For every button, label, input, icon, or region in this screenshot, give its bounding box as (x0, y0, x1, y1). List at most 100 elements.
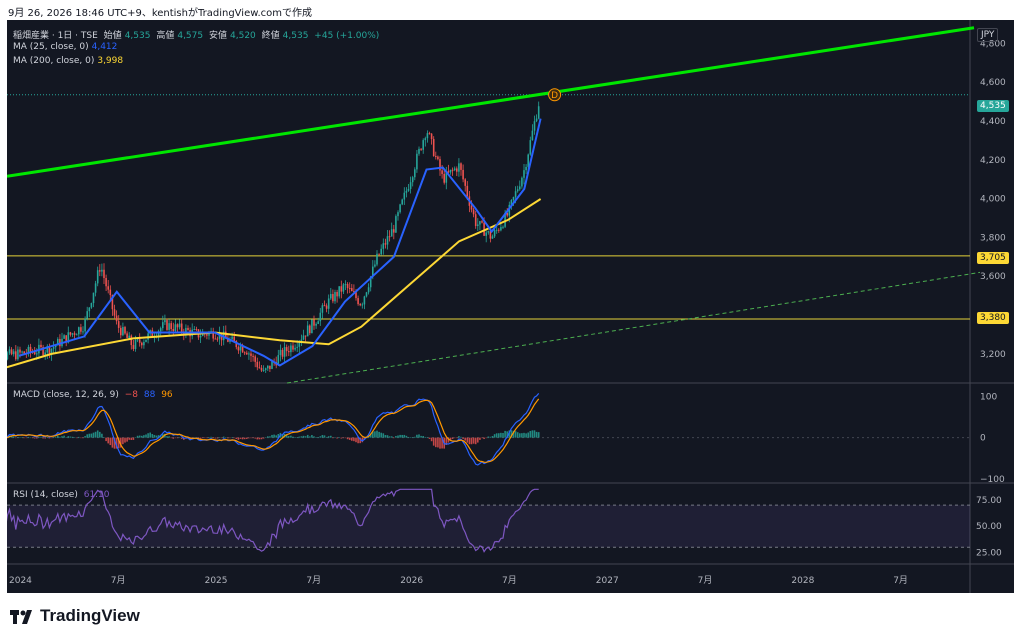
candle-body (176, 324, 179, 328)
macd-histogram-bar (231, 437, 233, 438)
macd-histogram-bar (302, 435, 305, 438)
candle-body (254, 356, 256, 362)
macd-legend[interactable]: MACD (close, 12, 26, 9) −8 88 96 (13, 390, 176, 400)
ma200-legend[interactable]: MA (200, close, 0) 3,998 (13, 56, 126, 66)
candle-body (101, 269, 103, 272)
price-tick-label: 3,800 (980, 233, 1006, 243)
candle-body (498, 229, 500, 231)
time-axis-label: 7月 (306, 575, 321, 586)
macd-histogram-bar (48, 437, 51, 439)
candle-body (525, 166, 527, 171)
macd-histogram-bar (33, 437, 36, 439)
macd-histogram-bar (254, 437, 256, 439)
symbol-label[interactable]: 稲畑産業 · 1日 · TSE (13, 31, 98, 41)
candle-body (90, 303, 93, 308)
macd-histogram-bar (40, 436, 42, 438)
macd-histogram-bar (388, 436, 391, 438)
candle-body (443, 173, 445, 183)
time-axis-label: 7月 (111, 575, 126, 586)
currency-badge[interactable]: JPY (977, 28, 999, 42)
candle-body (164, 320, 166, 323)
macd-histogram-bar (25, 437, 28, 439)
candle-body (327, 298, 330, 309)
macd-histogram-bar (75, 437, 78, 439)
candle-body (113, 309, 116, 316)
candle-body (92, 292, 95, 304)
macd-histogram-bar (216, 437, 219, 439)
rsi-legend[interactable]: RSI (14, close) 61.10 (13, 490, 113, 500)
macd-histogram-bar (264, 437, 267, 439)
chart-frame[interactable]: 4,800 4,600 4,400 4,200 4,000 3,800 3,600 3,200… (7, 20, 1014, 593)
macd-histogram-bar (262, 437, 265, 439)
macd-histogram-bar (147, 433, 149, 438)
macd-histogram-bar (122, 437, 124, 445)
macd-histogram-bar (451, 437, 454, 439)
time-axis-label: 7月 (698, 575, 713, 586)
candle-body (409, 182, 412, 189)
macd-histogram-bar (355, 437, 357, 443)
macd-histogram-bar (267, 436, 269, 438)
open-value: 4,535 (124, 31, 151, 41)
candle-body (378, 253, 380, 255)
candle-body (367, 287, 370, 293)
open-label: 始値 (103, 31, 122, 41)
candle-body (302, 335, 305, 340)
macd-histogram-bar (531, 430, 534, 438)
candle-body (426, 133, 429, 139)
macd-histogram-bar (204, 437, 206, 439)
macd-histogram-bar (353, 437, 355, 442)
macd-histogram-bar (418, 434, 420, 438)
macd-histogram-bar (376, 430, 378, 438)
ma200-value: 3,998 (97, 56, 124, 66)
candle-body (151, 330, 154, 337)
macd-histogram-bar (239, 437, 242, 439)
macd-histogram-bar (241, 437, 244, 440)
macd-histogram-bar (380, 432, 382, 438)
macd-histogram-bar (294, 437, 296, 438)
candle-body (516, 189, 519, 192)
macd-histogram-bar (340, 437, 343, 439)
tradingview-logo[interactable]: TradingView (10, 606, 140, 626)
macd-histogram-bar (458, 436, 460, 438)
candle-body (437, 156, 439, 160)
macd-histogram-bar (59, 436, 61, 438)
candle-body (15, 351, 17, 360)
candle-body (233, 336, 235, 341)
macd-histogram-bar (134, 437, 137, 438)
macd-histogram-bar (78, 436, 80, 438)
macd-histogram-bar (319, 436, 322, 438)
candle-body (304, 335, 307, 337)
candle-body (481, 221, 483, 223)
macd-histogram-bar (315, 437, 317, 438)
macd-histogram-bar (233, 437, 235, 439)
macd-histogram-bar (487, 436, 490, 438)
candle-body (7, 353, 9, 360)
candle-body (435, 156, 437, 158)
macd-histogram-bar (535, 431, 538, 438)
rsi-value: 61.10 (83, 490, 110, 500)
ma25-legend[interactable]: MA (25, close, 0) 4,412 (13, 42, 120, 52)
candle-body (130, 335, 133, 346)
candle-body (243, 352, 246, 354)
macd-histogram-bar (61, 436, 63, 438)
macd-histogram-bar (378, 431, 380, 438)
candle-body (523, 170, 525, 178)
macd-histogram-bar (296, 437, 298, 438)
candle-body (424, 138, 427, 141)
time-axis-label: 7月 (893, 575, 908, 586)
macd-histogram-bar (12, 436, 15, 438)
candle-body (162, 322, 164, 329)
macd-histogram-bar (435, 437, 437, 448)
candle-body (281, 349, 284, 357)
chart-canvas[interactable]: 4,8004,6004,4004,2004,0003,8003,6003,200… (7, 20, 1014, 593)
ma200-line (7, 198, 542, 369)
low-label: 安値 (208, 31, 227, 41)
candle-body (512, 197, 515, 200)
candle-body (264, 368, 267, 370)
macd-histogram-bar (27, 436, 30, 438)
candle-body (332, 294, 334, 302)
candle-body (180, 323, 183, 332)
candle-body (382, 243, 385, 249)
macd-histogram-bar (71, 436, 74, 438)
macd-histogram-bar (474, 437, 477, 445)
